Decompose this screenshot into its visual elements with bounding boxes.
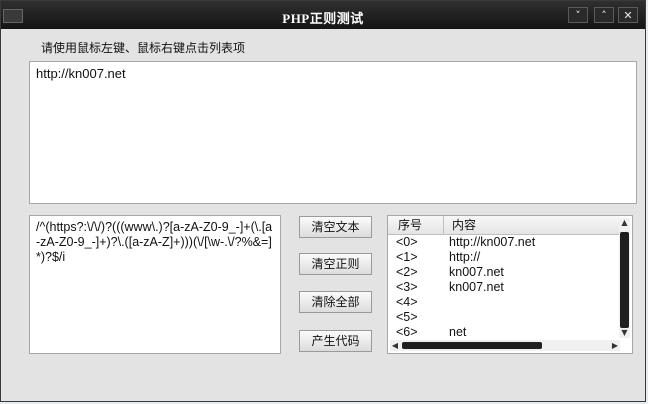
list-item-value: http:// — [449, 250, 481, 264]
list-item-index: <5> — [396, 310, 418, 324]
list-item-index: <6> — [396, 325, 418, 339]
list-item-index: <2> — [396, 265, 418, 279]
list-body: <0> http://kn007.net <1> http:// <2> kn0… — [388, 235, 620, 339]
horizontal-scrollbar[interactable]: ◀ ▶ — [390, 340, 620, 351]
generate-code-button[interactable]: 产生代码 — [299, 330, 372, 352]
list-item[interactable]: <6> net — [388, 325, 620, 339]
vertical-scrollbar[interactable]: ▲ ▼ — [619, 218, 630, 338]
list-item[interactable]: <2> kn007.net — [388, 265, 620, 280]
close-icon[interactable]: ✕ — [618, 7, 638, 23]
clear-all-button[interactable]: 清除全部 — [299, 291, 372, 313]
input-text-area[interactable]: http://kn007.net — [29, 61, 637, 204]
scroll-left-icon[interactable]: ◀ — [390, 340, 400, 351]
list-item[interactable]: <5> — [388, 310, 620, 325]
list-item-value: http://kn007.net — [449, 235, 536, 249]
list-item[interactable]: <1> http:// — [388, 250, 620, 265]
list-item-value: kn007.net — [449, 280, 504, 294]
list-item-index: <3> — [396, 280, 418, 294]
list-item-value: net — [449, 325, 467, 339]
list-item[interactable]: <3> kn007.net — [388, 280, 620, 295]
horizontal-scroll-thumb[interactable] — [402, 342, 542, 349]
scroll-right-icon[interactable]: ▶ — [610, 340, 620, 351]
column-header-content[interactable]: 内容 — [444, 216, 620, 234]
scroll-up-icon[interactable]: ▲ — [619, 218, 630, 228]
vertical-scroll-thumb[interactable] — [620, 232, 629, 328]
result-list[interactable]: 序号 内容 <0> http://kn007.net <1> http:// <… — [387, 215, 633, 354]
maximize-icon[interactable]: ˄ — [594, 7, 614, 23]
list-item-index: <0> — [396, 235, 418, 249]
menu-chevron-icon[interactable]: ˅ — [568, 7, 588, 23]
scroll-down-icon[interactable]: ▼ — [619, 328, 630, 338]
list-item[interactable]: <4> — [388, 295, 620, 310]
window-title: PHP正则测试 — [282, 11, 364, 26]
list-item-index: <4> — [396, 295, 418, 309]
regex-text-area[interactable]: /^(https?:\/\/)?(((www\.)?[a-zA-Z0-9_-]+… — [29, 215, 281, 354]
list-item-value: kn007.net — [449, 265, 504, 279]
title-bar[interactable]: PHP正则测试 ˅ ˄ ✕ — [1, 1, 645, 29]
clear-text-button[interactable]: 清空文本 — [299, 216, 372, 238]
column-header-index[interactable]: 序号 — [388, 216, 444, 234]
list-header: 序号 内容 — [388, 216, 620, 235]
clear-regex-button[interactable]: 清空正则 — [299, 253, 372, 275]
instruction-label: 请使用鼠标左键、鼠标右键点击列表项 — [41, 41, 246, 55]
list-item-index: <1> — [396, 250, 418, 264]
main-window: PHP正则测试 ˅ ˄ ✕ 请使用鼠标左键、鼠标右键点击列表项 http://k… — [0, 0, 646, 402]
list-item[interactable]: <0> http://kn007.net — [388, 235, 620, 250]
